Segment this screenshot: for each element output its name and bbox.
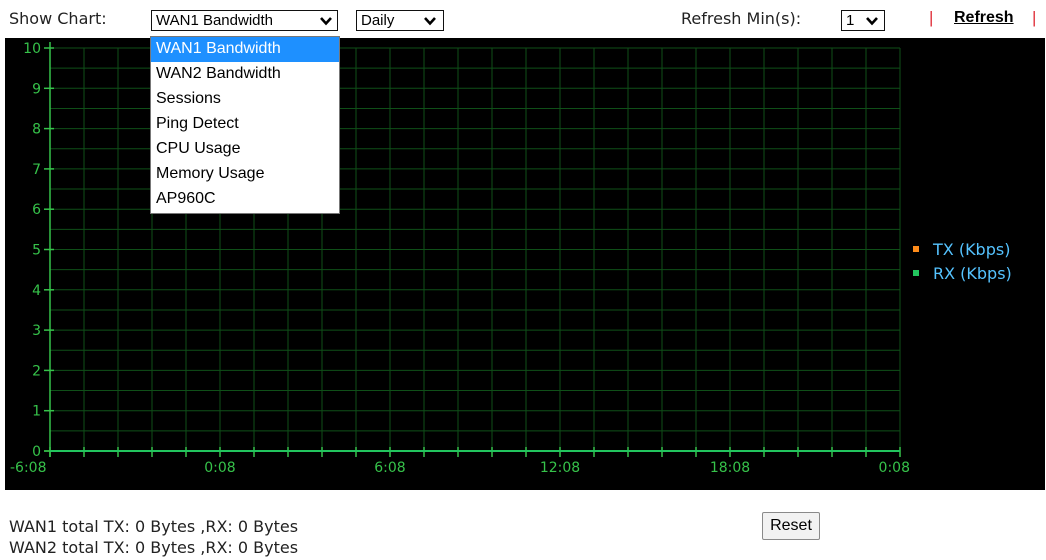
separator-right: | [1032, 8, 1037, 27]
chevron-down-icon [320, 17, 332, 26]
separator-left: | [929, 8, 934, 27]
chevron-down-icon [424, 17, 436, 26]
refresh-min-label: Refresh Min(s): [681, 9, 802, 28]
chart-type-select-value: WAN1 Bandwidth [156, 12, 273, 29]
legend-tx-marker [913, 245, 919, 252]
x-tick-label: 0:08 [204, 460, 235, 476]
x-tick-label: 18:08 [710, 460, 750, 476]
chart-option-ping-detect[interactable]: Ping Detect [151, 112, 339, 137]
wan2-total-text: WAN2 total TX: 0 Bytes ,RX: 0 Bytes [9, 538, 299, 557]
legend-tx: TX (Kbps) [913, 240, 1010, 259]
legend-rx-marker [913, 269, 919, 276]
refresh-min-select-value: 1 [846, 12, 855, 29]
show-chart-label: Show Chart: [9, 9, 107, 28]
y-tick-label: 7 [32, 162, 41, 178]
legend-rx-label: RX (Kbps) [933, 264, 1012, 283]
period-select[interactable]: Daily [356, 10, 444, 31]
chart-option-wan1-bandwidth[interactable]: WAN1 Bandwidth [151, 37, 339, 62]
chart-option-sessions[interactable]: Sessions [151, 87, 339, 112]
chart-option-cpu-usage[interactable]: CPU Usage [151, 137, 339, 162]
reset-button[interactable]: Reset [762, 512, 820, 540]
legend-tx-label: TX (Kbps) [933, 240, 1011, 259]
x-tick-label: 0:08 [879, 460, 910, 476]
y-tick-label: 9 [32, 81, 41, 97]
refresh-min-select[interactable]: 1 [841, 10, 885, 31]
chart-option-memory-usage[interactable]: Memory Usage [151, 162, 339, 187]
y-tick-label: 10 [23, 41, 41, 57]
y-tick-label: 6 [32, 202, 41, 218]
y-tick-label: 0 [32, 444, 41, 460]
y-tick-label: 4 [32, 283, 41, 299]
y-tick-label: 3 [32, 323, 41, 339]
chart-type-select[interactable]: WAN1 Bandwidth [151, 10, 338, 31]
chart-option-wan2-bandwidth[interactable]: WAN2 Bandwidth [151, 62, 339, 87]
x-tick-label: -6:08 [10, 460, 47, 476]
chevron-down-icon [866, 17, 878, 26]
y-tick-label: 8 [32, 122, 41, 138]
y-tick-label: 5 [32, 243, 41, 259]
chart-option-ap960c[interactable]: AP960C [151, 187, 339, 212]
period-select-value: Daily [361, 12, 395, 29]
x-tick-label: 6:08 [374, 460, 405, 476]
y-tick-label: 1 [32, 404, 41, 420]
x-tick-label: 12:08 [540, 460, 580, 476]
legend-rx: RX (Kbps) [913, 264, 1012, 283]
refresh-link[interactable]: Refresh [954, 9, 1014, 27]
chart-type-dropdown[interactable]: WAN1 Bandwidth WAN2 Bandwidth Sessions Ping… [150, 36, 340, 214]
y-tick-label: 2 [32, 363, 41, 379]
wan1-total-text: WAN1 total TX: 0 Bytes ,RX: 0 Bytes [9, 517, 299, 536]
